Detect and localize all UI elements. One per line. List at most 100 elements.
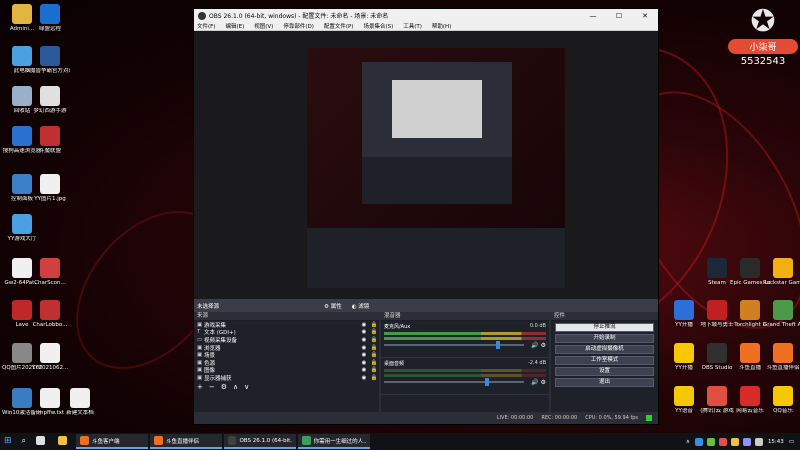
- source-type-icon: ▭: [197, 336, 203, 343]
- move-up-button[interactable]: ∧: [233, 383, 238, 391]
- remove-source-button[interactable]: −: [209, 383, 215, 391]
- source-item[interactable]: ▣ 显示器捕获 ◉ 🔒: [194, 374, 379, 382]
- desktop-icon[interactable]: Grand Theft Auto V: [763, 300, 800, 329]
- app-icon: [674, 300, 694, 320]
- volume-slider[interactable]: [384, 341, 524, 349]
- source-settings-button[interactable]: ⚙: [221, 383, 227, 391]
- lock-icon[interactable]: 🔒: [369, 329, 379, 335]
- studio-mode-button[interactable]: 工作室模式: [555, 356, 654, 365]
- taskbar-app-label: 斗鱼直播伴侣: [166, 438, 200, 445]
- desktop-icon-label: CharLobbo...: [32, 322, 68, 328]
- lock-icon[interactable]: 🔒: [369, 367, 379, 373]
- taskbar-app-button[interactable]: 你需用一生细过的人...: [298, 434, 371, 449]
- app-icon: [12, 300, 32, 320]
- taskbar-app-button[interactable]: 斗鱼客户端: [76, 434, 149, 449]
- menu-tools[interactable]: 工具(T): [403, 22, 422, 30]
- desktop-icon[interactable]: QQ音乐: [763, 386, 800, 415]
- speaker-icon[interactable]: 🔊: [531, 342, 538, 349]
- preview-capture-level-3-mixer: [362, 157, 512, 204]
- lock-icon[interactable]: 🔒: [369, 345, 379, 351]
- menu-profile[interactable]: 配置文件(P): [324, 22, 354, 30]
- desktop-icon[interactable]: YY游戏大厅: [2, 214, 42, 243]
- lock-icon[interactable]: 🔒: [369, 337, 379, 343]
- eye-icon[interactable]: ◉: [359, 375, 369, 381]
- lock-icon[interactable]: 🔒: [369, 322, 379, 328]
- search-icon[interactable]: ⌕: [18, 434, 30, 449]
- eye-icon[interactable]: ◉: [359, 322, 369, 328]
- taskbar-app-button[interactable]: [54, 434, 74, 449]
- close-button[interactable]: ✕: [632, 12, 658, 20]
- tray-app-icon[interactable]: [694, 437, 703, 446]
- properties-button[interactable]: ⚙ 属性: [324, 302, 342, 310]
- tray-app-icon[interactable]: [754, 437, 763, 446]
- tray-app-icon[interactable]: [742, 437, 751, 446]
- desktop-icon[interactable]: YY图片1.jpg: [30, 174, 70, 203]
- notification-icon[interactable]: ▭: [789, 439, 794, 445]
- menu-help[interactable]: 帮助(H): [432, 22, 451, 30]
- volume-slider-knob[interactable]: [484, 378, 489, 386]
- exit-button[interactable]: 退出: [555, 378, 654, 387]
- maximize-button[interactable]: ☐: [606, 12, 632, 20]
- desktop-icon[interactable]: 新建文本档: [60, 388, 100, 417]
- filters-button[interactable]: ◐ 滤镜: [352, 302, 370, 310]
- desktop-icon[interactable]: CharScon...: [30, 258, 70, 287]
- start-button[interactable]: ⊞: [0, 434, 16, 449]
- channel-db: -2.4 dB: [528, 360, 546, 366]
- lock-icon[interactable]: 🔒: [369, 352, 379, 358]
- obs-window[interactable]: OBS 26.1.0 (64-bit, windows) - 配置文件: 未命名…: [193, 8, 659, 425]
- preview-capture-level-2: [362, 62, 512, 204]
- desktop-icon[interactable]: YY2021062...: [30, 343, 70, 372]
- mixer-channel: 麦克风/Aux 0.0 dB 🔊 ⚙: [381, 321, 549, 358]
- desktop-icon[interactable]: 斗魔联盟: [30, 126, 70, 155]
- preview-canvas[interactable]: [194, 31, 658, 299]
- move-down-button[interactable]: ∨: [244, 383, 249, 391]
- desktop-icon[interactable]: Rockstar Games...: [763, 258, 800, 287]
- start-virtual-camera-button[interactable]: 启动虚拟摄像机: [555, 345, 654, 354]
- desktop-icon-label: YY游戏大厅: [7, 236, 37, 242]
- app-icon: [740, 300, 760, 320]
- taskbar-app-button[interactable]: OBS 26.1.0 (64-bit...: [224, 434, 297, 449]
- stop-streaming-button[interactable]: 停止推流: [555, 323, 654, 332]
- volume-meter: [384, 332, 546, 335]
- gear-icon[interactable]: ⚙: [541, 342, 546, 349]
- menu-edit[interactable]: 编辑(E): [225, 22, 244, 30]
- app-icon: [773, 258, 793, 278]
- menu-view[interactable]: 视图(V): [254, 22, 273, 30]
- add-source-button[interactable]: +: [197, 383, 203, 391]
- desktop-icon[interactable]: 魔兽争霸官方对战平台: [30, 46, 70, 75]
- tray-expand-icon[interactable]: ∧: [686, 439, 690, 445]
- desktop-icon[interactable]: 绿盟远程: [30, 4, 70, 33]
- menu-scene-collection[interactable]: 场景集合(S): [363, 22, 393, 30]
- lock-icon[interactable]: 🔒: [369, 360, 379, 366]
- settings-button[interactable]: 设置: [555, 367, 654, 376]
- desktop-icon[interactable]: CharLobbo...: [30, 300, 70, 329]
- eye-icon[interactable]: ◉: [359, 345, 369, 351]
- desktop-icon[interactable]: 斗鱼直播伴侣: [763, 343, 800, 372]
- eye-icon[interactable]: ◉: [359, 360, 369, 366]
- start-recording-button[interactable]: 开始录制: [555, 334, 654, 343]
- eye-icon[interactable]: ◉: [359, 329, 369, 335]
- speaker-icon[interactable]: 🔊: [531, 379, 538, 386]
- taskbar-app-label: OBS 26.1.0 (64-bit...: [239, 437, 293, 444]
- eye-icon[interactable]: ◉: [359, 337, 369, 343]
- obs-titlebar[interactable]: OBS 26.1.0 (64-bit, windows) - 配置文件: 未命名…: [194, 9, 658, 22]
- tray-app-icon[interactable]: [706, 437, 715, 446]
- tray-app-icon[interactable]: [730, 437, 739, 446]
- eye-icon[interactable]: ◉: [359, 352, 369, 358]
- volume-slider-knob[interactable]: [496, 341, 500, 349]
- minimize-button[interactable]: —: [580, 12, 606, 20]
- gear-icon[interactable]: ⚙: [541, 379, 546, 386]
- desktop-icon[interactable]: 梦幻西游手游: [30, 86, 70, 115]
- volume-slider[interactable]: [384, 378, 524, 386]
- app-icon: [40, 174, 60, 194]
- eye-icon[interactable]: ◉: [359, 367, 369, 373]
- taskbar-app-button[interactable]: 斗鱼直播伴侣: [150, 434, 223, 449]
- taskbar-app-button[interactable]: [32, 434, 52, 449]
- menu-file[interactable]: 文件(F): [197, 22, 215, 30]
- status-bar: LIVE: 00:00:00 REC: 00:00:00 CPU: 0.0%, …: [194, 412, 658, 424]
- tray-app-icon[interactable]: [718, 437, 727, 446]
- menu-docks[interactable]: 停靠部件(D): [283, 22, 314, 30]
- channel-name: 桌面音频: [384, 361, 405, 367]
- clock[interactable]: 15:43: [768, 439, 784, 445]
- lock-icon[interactable]: 🔒: [369, 375, 379, 381]
